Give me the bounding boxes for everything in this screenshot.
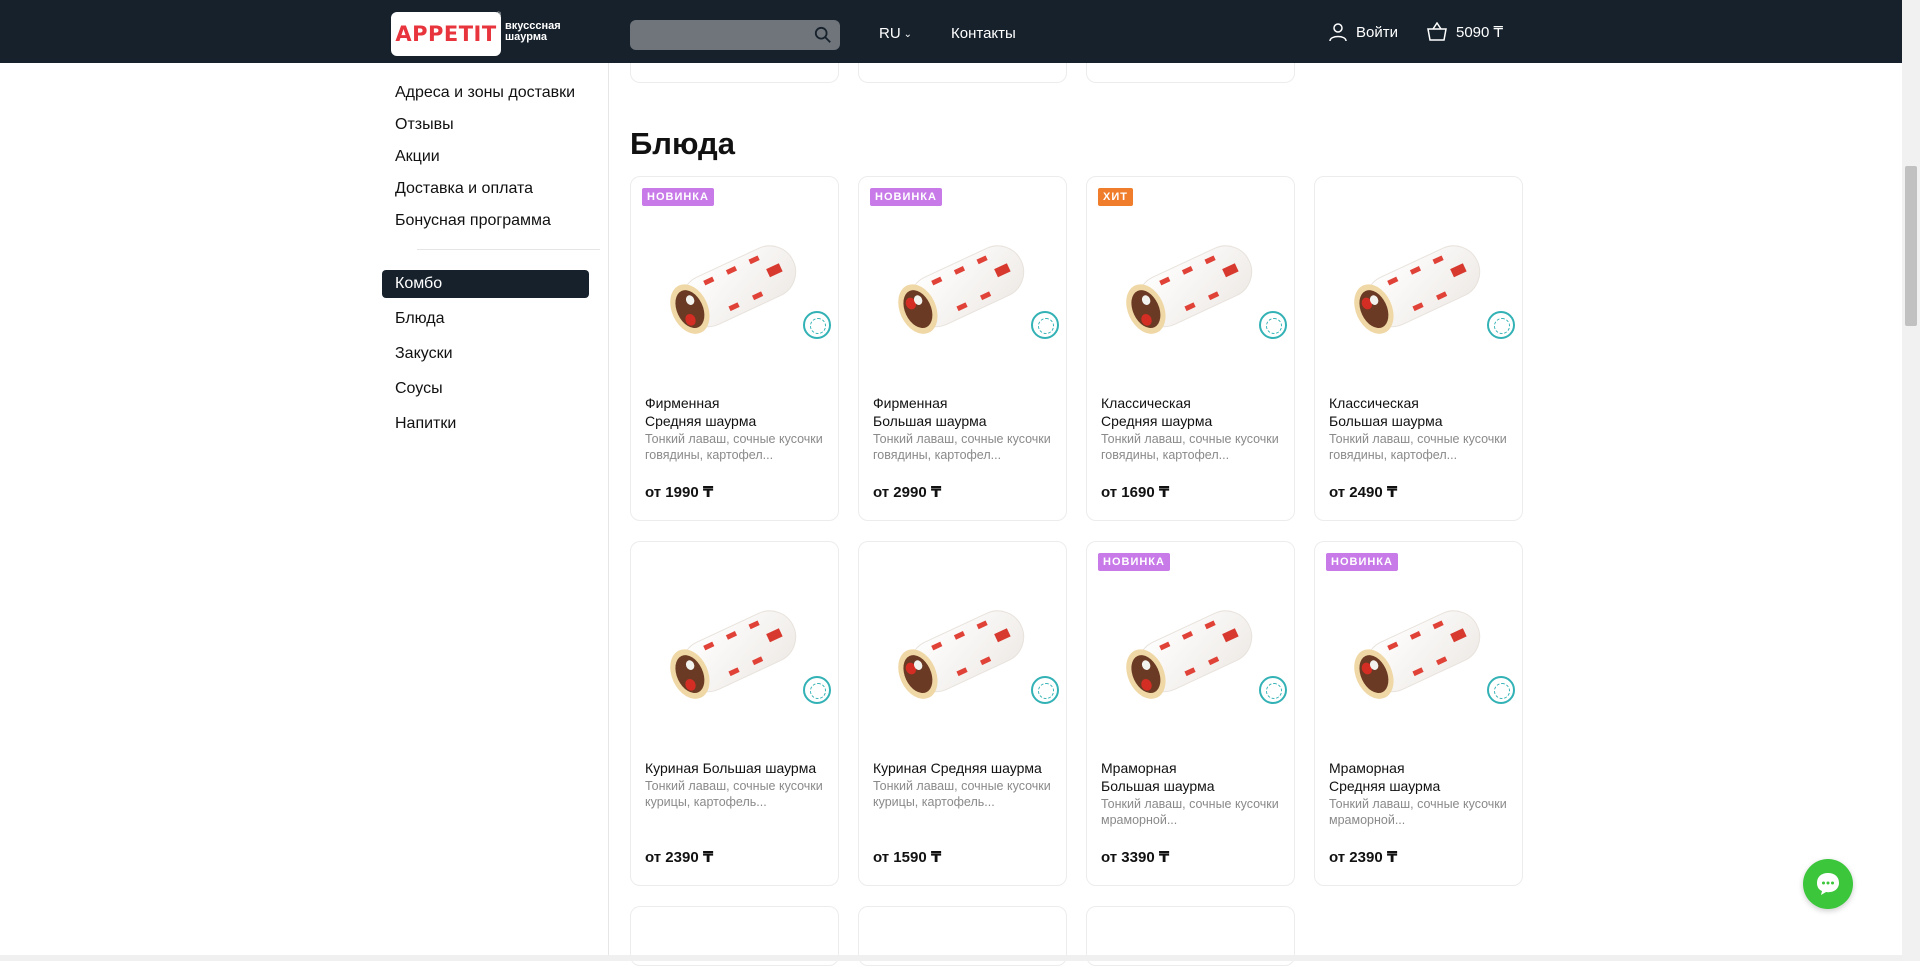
cart-button[interactable]: 5090 ₸ — [1426, 22, 1503, 42]
product-price: от 2990 ₸ — [873, 484, 942, 501]
product-image — [670, 610, 797, 699]
product-name[interactable]: Куриная Большая шаурма — [645, 759, 830, 777]
search-input[interactable] — [630, 20, 840, 50]
halal-badge-icon — [1259, 311, 1287, 339]
halal-badge-icon — [803, 311, 831, 339]
product-image — [670, 245, 797, 334]
product-image — [1126, 245, 1253, 334]
product-image-wrap[interactable] — [1325, 202, 1514, 372]
product-badge: ХИТ — [1098, 188, 1133, 206]
product-name[interactable]: Куриная Средняя шаурма — [873, 759, 1058, 777]
product-name[interactable]: Фирменная Большая шаурма — [873, 394, 1058, 430]
halal-badge-icon — [1487, 676, 1515, 704]
halal-badge-icon — [1031, 311, 1059, 339]
product-description: Тонкий лаваш, сочные кусочки мраморной..… — [1329, 797, 1507, 827]
sidebar-link-reviews[interactable]: Отзывы — [395, 116, 454, 134]
language-selector[interactable]: RU ⌄ — [879, 25, 912, 42]
chevron-down-icon: ⌄ — [903, 28, 913, 40]
language-label: RU — [879, 25, 901, 42]
product-price: от 1590 ₸ — [873, 849, 942, 866]
product-image — [1354, 610, 1481, 699]
sidebar-item-dishes[interactable]: Блюда — [382, 305, 589, 333]
product-price: от 2390 ₸ — [645, 849, 714, 866]
login-button[interactable]: Войти — [1328, 22, 1398, 42]
logo-text: APPETIT — [395, 22, 497, 46]
product-description: Тонкий лаваш, сочные кусочки курицы, кар… — [873, 779, 1051, 809]
product-description: Тонкий лаваш, сочные кусочки говядины, к… — [645, 432, 823, 462]
product-description: Тонкий лаваш, сочные кусочки говядины, к… — [873, 432, 1051, 462]
halal-badge-icon — [1487, 311, 1515, 339]
product-name[interactable]: Мраморная Большая шаурма — [1101, 759, 1286, 795]
sidebar-link-delivery[interactable]: Доставка и оплата — [395, 180, 533, 198]
product-description: Тонкий лаваш, сочные кусочки мраморной..… — [1101, 797, 1279, 827]
product-price: от 2390 ₸ — [1329, 849, 1398, 866]
product-card[interactable]: НОВИНКА Мраморная Средняя шаурма Тонкий ла… — [1314, 541, 1523, 886]
bottom-strip — [0, 955, 1902, 961]
product-card-partial[interactable] — [630, 63, 839, 83]
sidebar: Адреса и зоны доставки Отзывы Акции Дост… — [382, 63, 609, 961]
product-card-partial[interactable] — [858, 63, 1067, 83]
product-name[interactable]: Классическая Большая шаурма — [1329, 394, 1514, 430]
product-image-wrap[interactable] — [1325, 567, 1514, 737]
cart-total: 5090 ₸ — [1456, 24, 1504, 41]
product-image-wrap[interactable] — [869, 202, 1058, 372]
product-card[interactable]: Куриная Большая шаурма Тонкий лаваш, сочн… — [630, 541, 839, 886]
product-image-wrap[interactable] — [1097, 202, 1286, 372]
product-card[interactable]: НОВИНКА Фирменная Средняя шаурма Тонкий ла… — [630, 176, 839, 521]
chat-icon — [1817, 873, 1839, 895]
chat-button[interactable] — [1803, 859, 1853, 909]
product-description: Тонкий лаваш, сочные кусочки курицы, кар… — [645, 779, 823, 809]
sidebar-item-snacks[interactable]: Закуски — [382, 340, 589, 368]
logo-registered-mark: ® — [496, 12, 502, 19]
product-name[interactable]: Фирменная Средняя шаурма — [645, 394, 830, 430]
product-image-wrap[interactable] — [869, 567, 1058, 737]
sidebar-item-drinks[interactable]: Напитки — [382, 410, 589, 438]
product-price: от 1690 ₸ — [1101, 484, 1170, 501]
search-icon[interactable] — [814, 26, 832, 44]
halal-badge-icon — [1259, 676, 1287, 704]
product-badge: НОВИНКА — [1098, 553, 1170, 571]
product-card[interactable]: НОВИНКА Фирменная Большая шаурма Тонкий ла… — [858, 176, 1067, 521]
product-image — [1354, 245, 1481, 334]
product-badge: НОВИНКА — [870, 188, 942, 206]
product-price: от 2490 ₸ — [1329, 484, 1398, 501]
product-image — [898, 610, 1025, 699]
logo-tagline: вкусссная шаурма — [505, 20, 561, 43]
sidebar-link-addresses[interactable]: Адреса и зоны доставки — [395, 84, 575, 102]
sidebar-link-promotions[interactable]: Акции — [395, 148, 440, 166]
section-title: Блюда — [630, 126, 735, 161]
product-badge: НОВИНКА — [1326, 553, 1398, 571]
product-image — [1126, 610, 1253, 699]
sidebar-link-bonus[interactable]: Бонусная программа — [395, 212, 551, 230]
sidebar-divider — [417, 249, 600, 250]
product-image — [898, 245, 1025, 334]
product-card-partial[interactable] — [1086, 63, 1295, 83]
product-name[interactable]: Мраморная Средняя шаурма — [1329, 759, 1514, 795]
scrollbar-thumb[interactable] — [1905, 166, 1917, 326]
top-header: APPETIT ® вкусссная шаурма RU ⌄ Контакты … — [0, 0, 1902, 63]
contacts-link[interactable]: Контакты — [951, 25, 1016, 42]
product-price: от 1990 ₸ — [645, 484, 714, 501]
product-card[interactable]: Куриная Средняя шаурма Тонкий лаваш, сочн… — [858, 541, 1067, 886]
product-description: Тонкий лаваш, сочные кусочки говядины, к… — [1101, 432, 1279, 462]
basket-icon — [1427, 22, 1447, 41]
sidebar-item-sauces[interactable]: Соусы — [382, 375, 589, 403]
product-card[interactable]: НОВИНКА Мраморная Большая шаурма Тонкий ла… — [1086, 541, 1295, 886]
product-card[interactable]: Классическая Большая шаурма Тонкий лаваш,… — [1314, 176, 1523, 521]
product-image-wrap[interactable] — [641, 202, 830, 372]
product-description: Тонкий лаваш, сочные кусочки говядины, к… — [1329, 432, 1507, 462]
product-image-wrap[interactable] — [1097, 567, 1286, 737]
product-name[interactable]: Классическая Средняя шаурма — [1101, 394, 1286, 430]
page-scrollbar[interactable] — [1902, 0, 1920, 961]
logo[interactable]: APPETIT — [391, 12, 501, 56]
product-image-wrap[interactable] — [641, 567, 830, 737]
user-icon — [1329, 23, 1347, 42]
product-price: от 3390 ₸ — [1101, 849, 1170, 866]
halal-badge-icon — [1031, 676, 1059, 704]
sidebar-item-combo[interactable]: Комбо — [382, 270, 589, 298]
login-label: Войти — [1356, 23, 1398, 41]
product-badge: НОВИНКА — [642, 188, 714, 206]
product-card[interactable]: ХИТ Классическая Средняя шаурма Тонкий лав… — [1086, 176, 1295, 521]
halal-badge-icon — [803, 676, 831, 704]
